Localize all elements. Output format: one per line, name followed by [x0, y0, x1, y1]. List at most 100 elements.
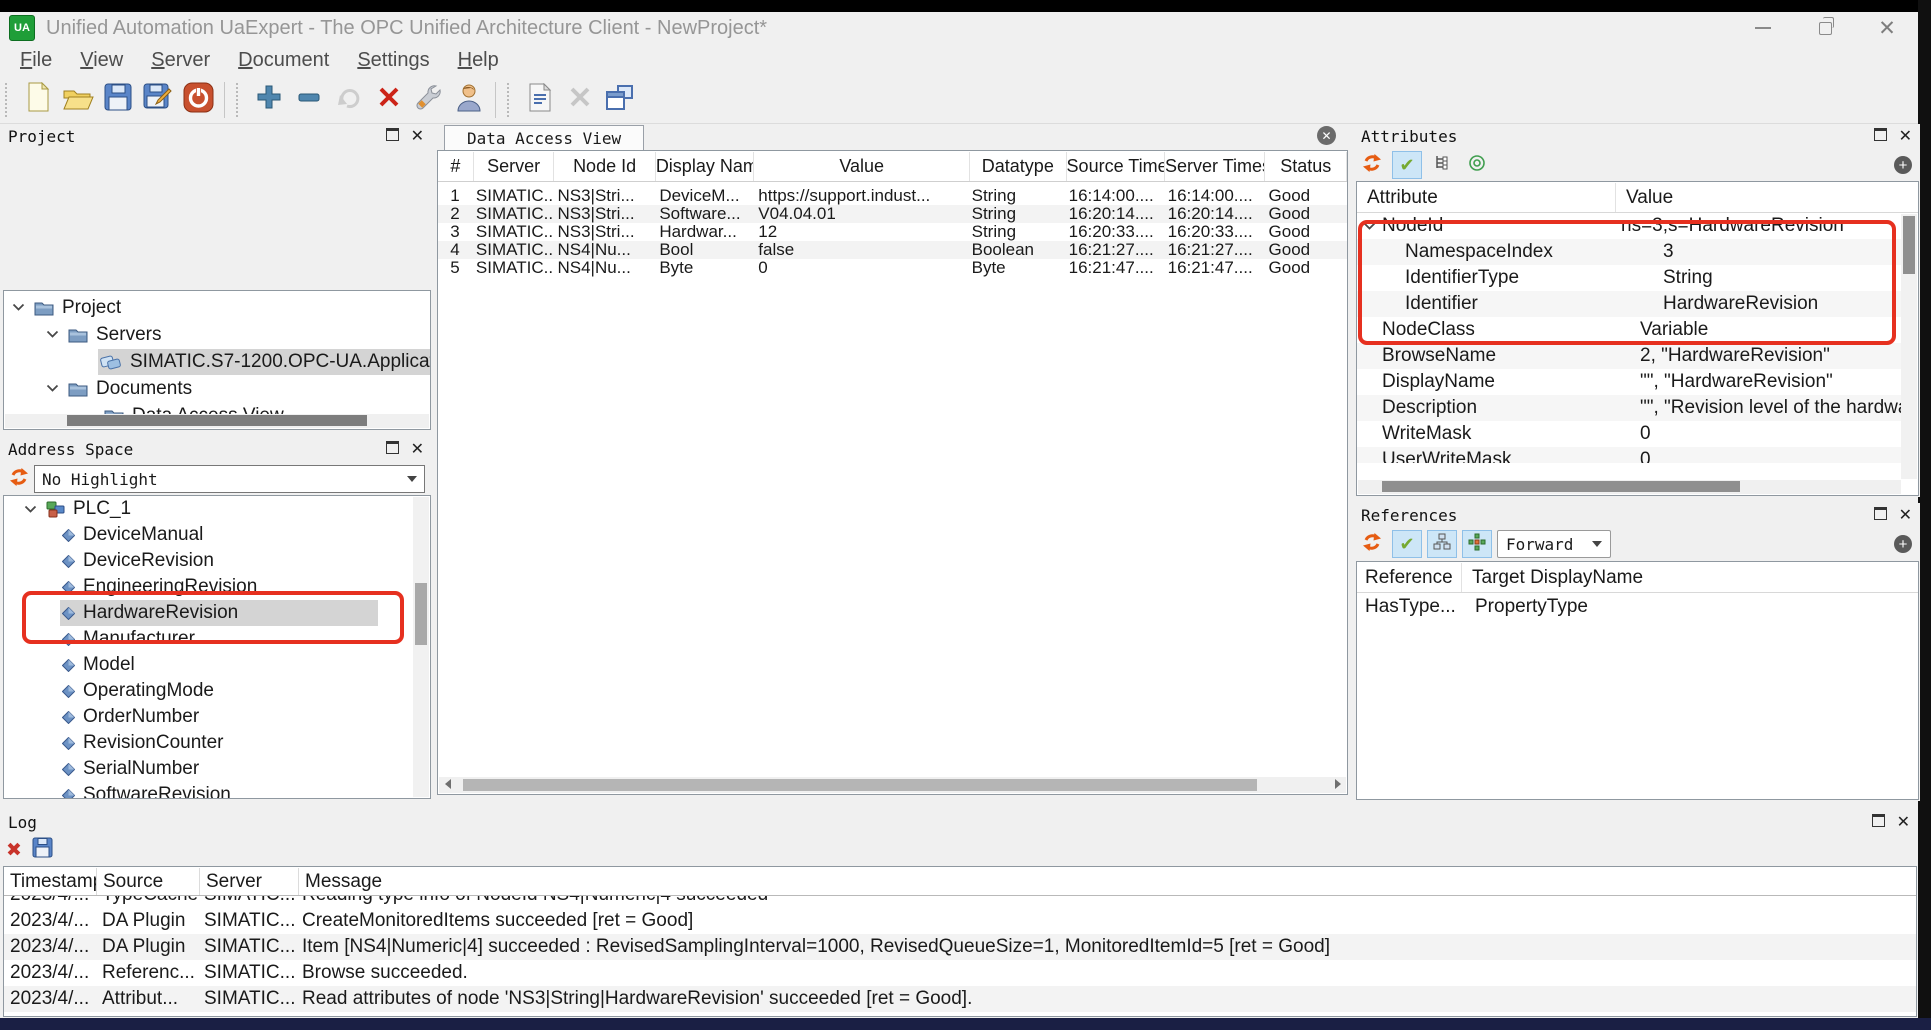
tree-item-softwarerevision[interactable]: SoftwareRevision: [4, 782, 430, 799]
menu-file[interactable]: File: [6, 47, 66, 74]
tree-item-operatingmode[interactable]: OperatingMode: [4, 678, 430, 704]
chevron-down-icon[interactable]: [46, 330, 59, 339]
menu-view[interactable]: View: [66, 47, 137, 74]
hierarchical-references-toggle[interactable]: [1427, 530, 1457, 558]
log-row[interactable]: 2023/4/... TypeCache SIMATIC.... Reading…: [4, 896, 1916, 908]
tree-item-manufacturer[interactable]: Manufacturer: [4, 626, 430, 652]
column-header-server-timestamp[interactable]: Server Timestamp: [1165, 152, 1265, 181]
table-row[interactable]: 1 SIMATIC.... NS3|Stri... DeviceM... htt…: [438, 187, 1347, 205]
dav-horizontal-scrollbar[interactable]: [439, 777, 1346, 793]
refresh-references-button[interactable]: [1357, 530, 1387, 558]
auto-update-toggle[interactable]: ✔: [1392, 530, 1422, 558]
tab-data-access-view[interactable]: Data Access View: [444, 125, 644, 151]
scrollbar-thumb[interactable]: [415, 583, 427, 645]
log-row[interactable]: 2023/4/... Attribut... SIMATIC.... Read …: [4, 986, 1916, 1012]
menu-document[interactable]: Document: [224, 47, 343, 74]
project-horizontal-scrollbar[interactable]: [5, 414, 429, 428]
attribute-row[interactable]: BrowseName 2, "HardwareRevision": [1357, 343, 1902, 369]
float-panel-button[interactable]: [1874, 128, 1887, 146]
save-project-button[interactable]: [98, 80, 138, 120]
column-header-status[interactable]: Status: [1265, 152, 1347, 181]
table-row[interactable]: 5 SIMATIC.... NS4|Nu... Byte 0 Byte 16:2…: [438, 259, 1347, 277]
add-server-button[interactable]: [249, 80, 289, 120]
direction-dropdown[interactable]: Forward: [1497, 530, 1611, 558]
minimize-button[interactable]: [1732, 12, 1794, 44]
document-close-button[interactable]: ✕: [1317, 126, 1336, 145]
panel-options-button[interactable]: +: [1894, 535, 1912, 553]
attribute-row[interactable]: UserWriteMask 0: [1357, 447, 1902, 463]
close-panel-button[interactable]: ✕: [1899, 129, 1912, 145]
tree-item-plc1[interactable]: PLC_1: [4, 496, 430, 522]
float-panel-button[interactable]: [386, 441, 399, 459]
close-panel-button[interactable]: ✕: [1897, 815, 1910, 831]
tree-item-engineeringrevision[interactable]: EngineeringRevision: [4, 574, 430, 600]
collapse-tree-button[interactable]: [1427, 151, 1457, 179]
highlight-filter-dropdown[interactable]: No Highlight: [34, 465, 425, 493]
attribute-row[interactable]: IdentifierType String: [1357, 265, 1902, 291]
column-header-nodeid[interactable]: Node Id: [554, 152, 655, 181]
save-log-button[interactable]: [32, 837, 53, 863]
tree-item-servers[interactable]: Servers: [4, 321, 430, 348]
server-settings-button[interactable]: [409, 80, 449, 120]
column-header-value[interactable]: Value: [1616, 183, 1918, 212]
attribute-row[interactable]: WriteMask 0: [1357, 421, 1902, 447]
connect-server-button[interactable]: [329, 80, 369, 120]
chevron-down-icon[interactable]: [1363, 213, 1376, 239]
close-panel-button[interactable]: ✕: [1899, 508, 1912, 524]
scrollbar-thumb[interactable]: [1903, 216, 1915, 274]
tree-item-ordernumber[interactable]: OrderNumber: [4, 704, 430, 730]
new-window-button[interactable]: [600, 80, 640, 120]
tree-item-devicemanual[interactable]: DeviceManual: [4, 522, 430, 548]
close-button[interactable]: ✕: [1856, 12, 1918, 44]
reference-row[interactable]: HasType... PropertyType: [1357, 593, 1918, 620]
scrollbar-thumb[interactable]: [1382, 481, 1740, 492]
tree-item-simatic-server[interactable]: SIMATIC.S7-1200.OPC-UA.Application:Pl: [4, 348, 430, 375]
column-header-displayname[interactable]: Display Name: [656, 152, 754, 181]
float-panel-button[interactable]: [386, 128, 399, 146]
open-project-button[interactable]: [58, 80, 98, 120]
scrollbar-thumb[interactable]: [67, 415, 367, 426]
chevron-down-icon[interactable]: [24, 505, 37, 514]
close-panel-button[interactable]: ✕: [411, 129, 424, 145]
panel-options-button[interactable]: +: [1894, 156, 1912, 174]
column-header-target-displayname[interactable]: Target DisplayName: [1462, 563, 1918, 592]
column-header-index[interactable]: #: [438, 152, 474, 181]
attributes-horizontal-scrollbar[interactable]: [1358, 480, 1901, 494]
log-row[interactable]: 2023/4/... DA Plugin SIMATIC.... CreateM…: [4, 908, 1916, 934]
save-project-as-button[interactable]: [138, 80, 178, 120]
column-header-attribute[interactable]: Attribute: [1357, 183, 1616, 212]
chevron-down-icon[interactable]: [46, 384, 59, 393]
attribute-row[interactable]: NamespaceIndex 3: [1357, 239, 1902, 265]
log-row[interactable]: 2023/4/... DA Plugin SIMATIC.... Item [N…: [4, 934, 1916, 960]
tree-item-project-root[interactable]: Project: [4, 294, 430, 321]
attribute-row[interactable]: Identifier HardwareRevision: [1357, 291, 1902, 317]
disconnect-server-button[interactable]: [178, 80, 218, 120]
menu-help[interactable]: Help: [444, 47, 513, 74]
clear-log-button[interactable]: ✖: [6, 841, 22, 860]
restore-button[interactable]: [1794, 12, 1856, 44]
tree-item-devicerevision[interactable]: DeviceRevision: [4, 548, 430, 574]
close-panel-button[interactable]: ✕: [411, 442, 424, 458]
tree-item-hardwarerevision[interactable]: HardwareRevision: [4, 600, 430, 626]
table-row[interactable]: 2 SIMATIC.... NS3|Stri... Software... V0…: [438, 205, 1347, 223]
column-header-source[interactable]: Source: [97, 868, 200, 895]
follow-references-toggle[interactable]: [1462, 530, 1492, 558]
column-header-message[interactable]: Message: [299, 868, 1916, 895]
scroll-right-button[interactable]: [1329, 777, 1346, 791]
change-user-button[interactable]: [449, 80, 489, 120]
attributes-vertical-scrollbar[interactable]: [1901, 214, 1917, 479]
tree-item-serialnumber[interactable]: SerialNumber: [4, 756, 430, 782]
new-project-button[interactable]: [18, 80, 58, 120]
remove-node-button[interactable]: [369, 80, 409, 120]
float-panel-button[interactable]: [1874, 507, 1887, 525]
tree-item-revisioncounter[interactable]: RevisionCounter: [4, 730, 430, 756]
tree-item-model[interactable]: Model: [4, 652, 430, 678]
auto-update-toggle[interactable]: ✔: [1392, 151, 1422, 179]
attribute-row[interactable]: Description "", "Revision level of the h…: [1357, 395, 1902, 421]
menu-server[interactable]: Server: [137, 47, 224, 74]
log-row[interactable]: 2023/4/... Referenc... SIMATIC.... Brows…: [4, 960, 1916, 986]
address-vertical-scrollbar[interactable]: [413, 497, 429, 797]
menu-settings[interactable]: Settings: [343, 47, 443, 74]
float-panel-button[interactable]: [1872, 814, 1885, 832]
scroll-left-button[interactable]: [439, 777, 456, 791]
